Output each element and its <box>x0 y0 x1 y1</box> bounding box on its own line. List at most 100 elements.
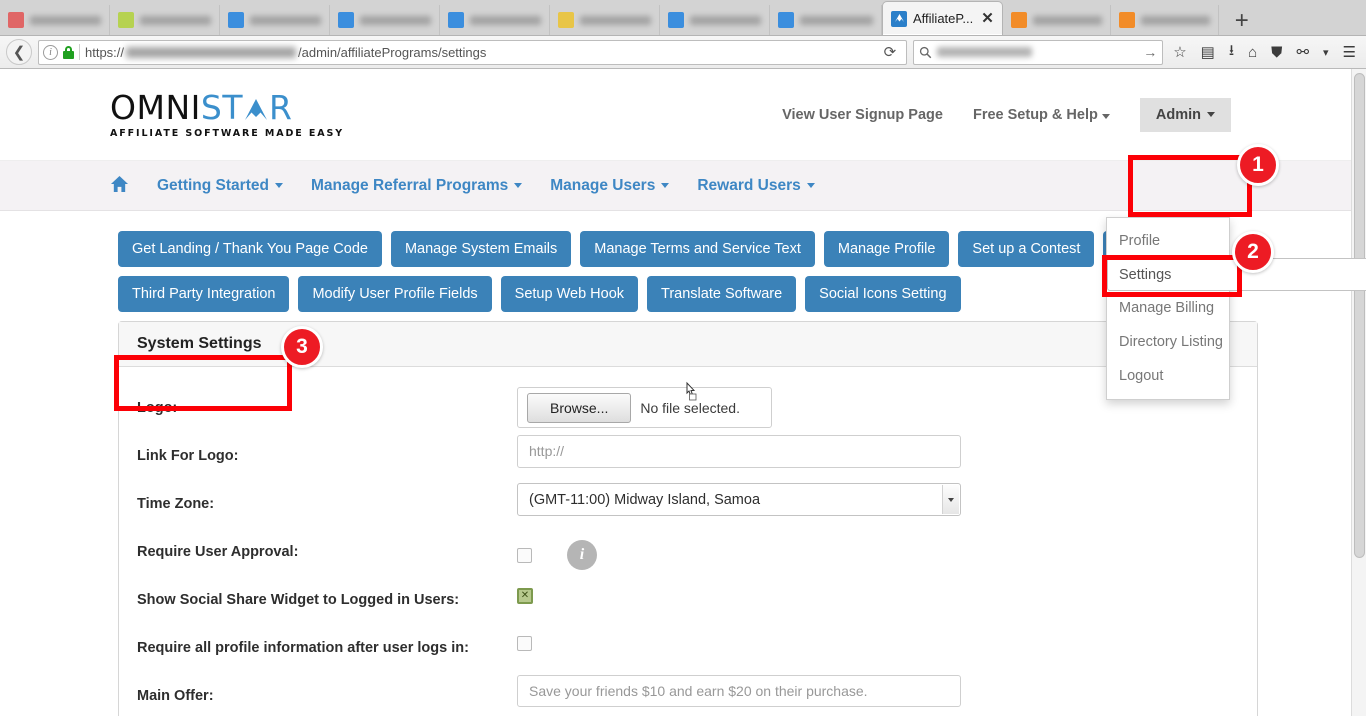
search-go-icon[interactable]: → <box>1143 44 1157 60</box>
get-landing-thank-you-page-code-button[interactable]: Get Landing / Thank You Page Code <box>118 231 382 267</box>
annotation-badge-1: 1 <box>1237 144 1279 186</box>
download-icon[interactable]: ⭳ <box>1225 40 1238 65</box>
chevron-down-icon[interactable] <box>942 485 959 514</box>
omnistar-logo[interactable]: OMNI ST R AFFILIATE SOFTWARE MADE EASY <box>110 91 344 139</box>
nav-item-manage-users[interactable]: Manage Users <box>550 176 670 195</box>
shield-icon[interactable]: ⛊ <box>1267 44 1286 61</box>
social-share-widget-control: ✕ <box>517 579 1239 604</box>
link-for-logo-control: http:// <box>517 435 1239 468</box>
browser-toolbar: ❮ i https:// /admin/affiliatePrograms/se… <box>0 36 1366 69</box>
third-party-integration-button[interactable]: Third Party Integration <box>118 276 290 312</box>
free-setup-help-link[interactable]: Free Setup & Help <box>973 107 1110 123</box>
modify-user-profile-fields-button[interactable]: Modify User Profile Fields <box>298 276 492 312</box>
require-user-approval-checkbox[interactable] <box>517 547 532 563</box>
back-button[interactable]: ❮ <box>6 39 32 65</box>
main-offer-input[interactable]: Save your friends $10 and earn $20 on th… <box>517 675 961 707</box>
address-bar[interactable]: i https:// /admin/affiliatePrograms/sett… <box>38 39 908 65</box>
logo-file-input[interactable]: Browse... No file selected. <box>517 387 772 428</box>
url-domain-blurred <box>126 46 297 58</box>
tab-favicon <box>118 12 134 28</box>
home-icon[interactable]: ⌂ <box>1244 44 1261 61</box>
browser-tab[interactable] <box>1003 5 1111 35</box>
view-user-signup-page-link[interactable]: View User Signup Page <box>782 107 943 123</box>
browser-tab[interactable] <box>440 5 550 35</box>
info-icon[interactable]: i <box>567 540 597 570</box>
dropdown-item-logout[interactable]: Logout <box>1107 359 1229 393</box>
form-row-main-offer: Main Offer: Save your friends $10 and ea… <box>137 675 1239 716</box>
page-content: OMNI ST R AFFILIATE SOFTWARE MADE EASY Vi… <box>0 69 1366 716</box>
admin-menu-button[interactable]: Admin <box>1139 97 1231 132</box>
logo-st-text: ST <box>200 87 243 127</box>
translate-software-button[interactable]: Translate Software <box>647 276 797 312</box>
chevron-down-icon <box>274 183 283 188</box>
social-icons-setting-button[interactable]: Social Icons Setting <box>805 276 961 312</box>
chevron-down-icon <box>806 183 815 188</box>
header-nav: View User Signup Page Free Setup & Help … <box>782 97 1351 132</box>
setup-web-hook-button[interactable]: Setup Web Hook <box>500 276 639 312</box>
tab-favicon <box>668 12 684 28</box>
set-up-a-contest-button[interactable]: Set up a Contest <box>958 231 1095 267</box>
close-tab-icon[interactable]: ✕ <box>979 11 994 26</box>
tab-favicon <box>1010 12 1027 28</box>
admin-button-label: Admin <box>1155 106 1201 123</box>
tab-title-blurred <box>800 15 873 25</box>
nav-label: Manage Users <box>550 176 656 194</box>
dropdown-item-profile[interactable]: Profile <box>1107 224 1229 258</box>
annotation-badge-3: 3 <box>281 326 323 368</box>
nav-item-getting-started[interactable]: Getting Started <box>157 177 283 195</box>
search-query-blurred <box>937 47 1033 57</box>
logo-r-text: R <box>268 87 293 127</box>
manage-system-emails-button[interactable]: Manage System Emails <box>390 231 572 267</box>
browser-tab[interactable] <box>550 5 660 35</box>
browser-tab-active[interactable]: AffiliateP... ✕ <box>882 1 1003 35</box>
browser-tab[interactable] <box>770 5 882 35</box>
panel-body: Logo: Browse... No file selected. Link F… <box>119 367 1257 716</box>
dropdown-item-directory-listing[interactable]: Directory Listing <box>1107 325 1229 359</box>
scrollbar-thumb[interactable] <box>1354 73 1365 558</box>
tab-strip: AffiliateP... ✕ + <box>0 0 1366 36</box>
site-info-icon[interactable]: i <box>43 44 58 60</box>
chevron-down-icon[interactable]: ▾ <box>1319 46 1333 59</box>
time-zone-control: (GMT-11:00) Midway Island, Samoa <box>517 483 1239 516</box>
tab-title-blurred <box>140 15 211 25</box>
page-scrollbar[interactable] <box>1351 69 1366 716</box>
bookmark-star-icon[interactable]: ☆ <box>1169 43 1190 61</box>
new-tab-button[interactable]: + <box>1229 9 1255 33</box>
social-share-widget-checkbox[interactable]: ✕ <box>517 588 533 604</box>
nav-item-reward-users[interactable]: Reward Users <box>697 176 815 195</box>
annotation-box-third-party-integration <box>114 355 292 411</box>
lock-icon <box>63 45 74 59</box>
sync-icon[interactable]: ⚯ <box>1292 43 1313 61</box>
menu-icon[interactable]: ☰ <box>1339 43 1360 61</box>
time-zone-select[interactable]: (GMT-11:00) Midway Island, Samoa <box>517 483 961 516</box>
tab-favicon <box>8 12 24 28</box>
link-for-logo-label: Link For Logo: <box>137 448 239 464</box>
form-row-social-share-widget: Show Social Share Widget to Logged in Us… <box>137 579 1239 627</box>
browser-tab[interactable] <box>660 5 770 35</box>
nav-label: Reward Users <box>697 176 801 194</box>
home-icon[interactable] <box>110 175 129 197</box>
form-row-require-user-approval: Require User Approval: i <box>137 531 1239 579</box>
url-path: /admin/affiliatePrograms/settings <box>298 44 487 60</box>
logo-star-glyph <box>243 91 269 124</box>
search-bar[interactable]: → <box>913 39 1164 65</box>
browser-tab[interactable] <box>110 5 220 35</box>
reload-icon[interactable]: ⟳ <box>878 43 903 61</box>
browser-tab[interactable] <box>220 5 330 35</box>
link-for-logo-input[interactable]: http:// <box>517 435 961 468</box>
library-icon[interactable]: ▤ <box>1197 43 1219 61</box>
browser-tab[interactable] <box>1111 5 1219 35</box>
admin-dropdown-menu: Profile Settings Manage Billing Director… <box>1106 217 1366 400</box>
manage-terms-and-service-text-button[interactable]: Manage Terms and Service Text <box>580 231 815 267</box>
social-share-widget-label: Show Social Share Widget to Logged in Us… <box>137 592 460 608</box>
url-divider <box>79 44 80 60</box>
annotation-badge-2: 2 <box>1232 231 1274 273</box>
browse-button[interactable]: Browse... <box>527 392 632 423</box>
browser-tab[interactable] <box>330 5 440 35</box>
require-profile-info-checkbox[interactable] <box>517 636 532 651</box>
tab-favicon <box>778 12 794 28</box>
nav-item-manage-referral-programs[interactable]: Manage Referral Programs <box>311 177 523 195</box>
tab-title-blurred <box>1032 15 1102 25</box>
manage-profile-button[interactable]: Manage Profile <box>823 231 950 267</box>
browser-tab[interactable] <box>0 5 110 35</box>
